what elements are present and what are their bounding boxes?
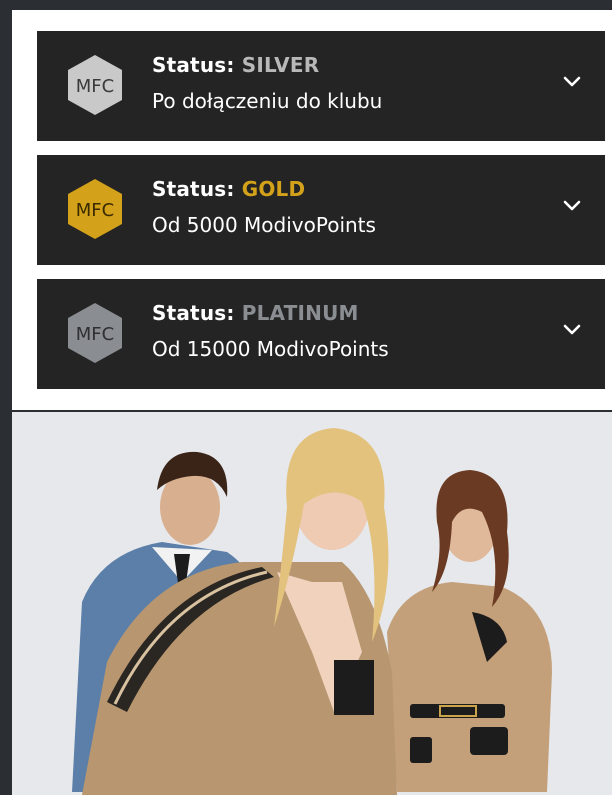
status-title: Status: SILVER — [152, 53, 319, 77]
status-title: Status: GOLD — [152, 177, 305, 201]
status-label: Status: — [152, 177, 242, 201]
status-label: Status: — [152, 53, 242, 77]
svg-text:MFC: MFC — [76, 76, 114, 97]
status-level: PLATINUM — [241, 301, 359, 325]
status-card-gold[interactable]: MFC Status: GOLD Od 5000 ModivoPoints — [37, 155, 605, 265]
svg-text:MFC: MFC — [76, 324, 114, 345]
status-title: Status: PLATINUM — [152, 301, 359, 325]
chevron-down-icon[interactable] — [561, 319, 583, 341]
status-description: Po dołączeniu do klubu — [152, 89, 383, 113]
status-description: Od 5000 ModivoPoints — [152, 213, 376, 237]
status-card-silver[interactable]: MFC Status: SILVER Po dołączeniu do klub… — [37, 31, 605, 141]
mfc-badge-gold-icon: MFC — [65, 177, 125, 241]
status-card-platinum[interactable]: MFC Status: PLATINUM Od 15000 ModivoPoin… — [37, 279, 605, 389]
status-description: Od 15000 ModivoPoints — [152, 337, 389, 361]
status-label: Status: — [152, 301, 242, 325]
status-level: GOLD — [241, 177, 306, 201]
svg-text:MFC: MFC — [76, 200, 114, 221]
status-list-panel: MFC Status: SILVER Po dołączeniu do klub… — [12, 10, 612, 410]
promo-photo — [12, 412, 612, 795]
mfc-badge-silver-icon: MFC — [65, 53, 125, 117]
chevron-down-icon[interactable] — [561, 71, 583, 93]
status-level: SILVER — [241, 53, 320, 77]
chevron-down-icon[interactable] — [561, 195, 583, 217]
mfc-badge-platinum-icon: MFC — [65, 301, 125, 365]
